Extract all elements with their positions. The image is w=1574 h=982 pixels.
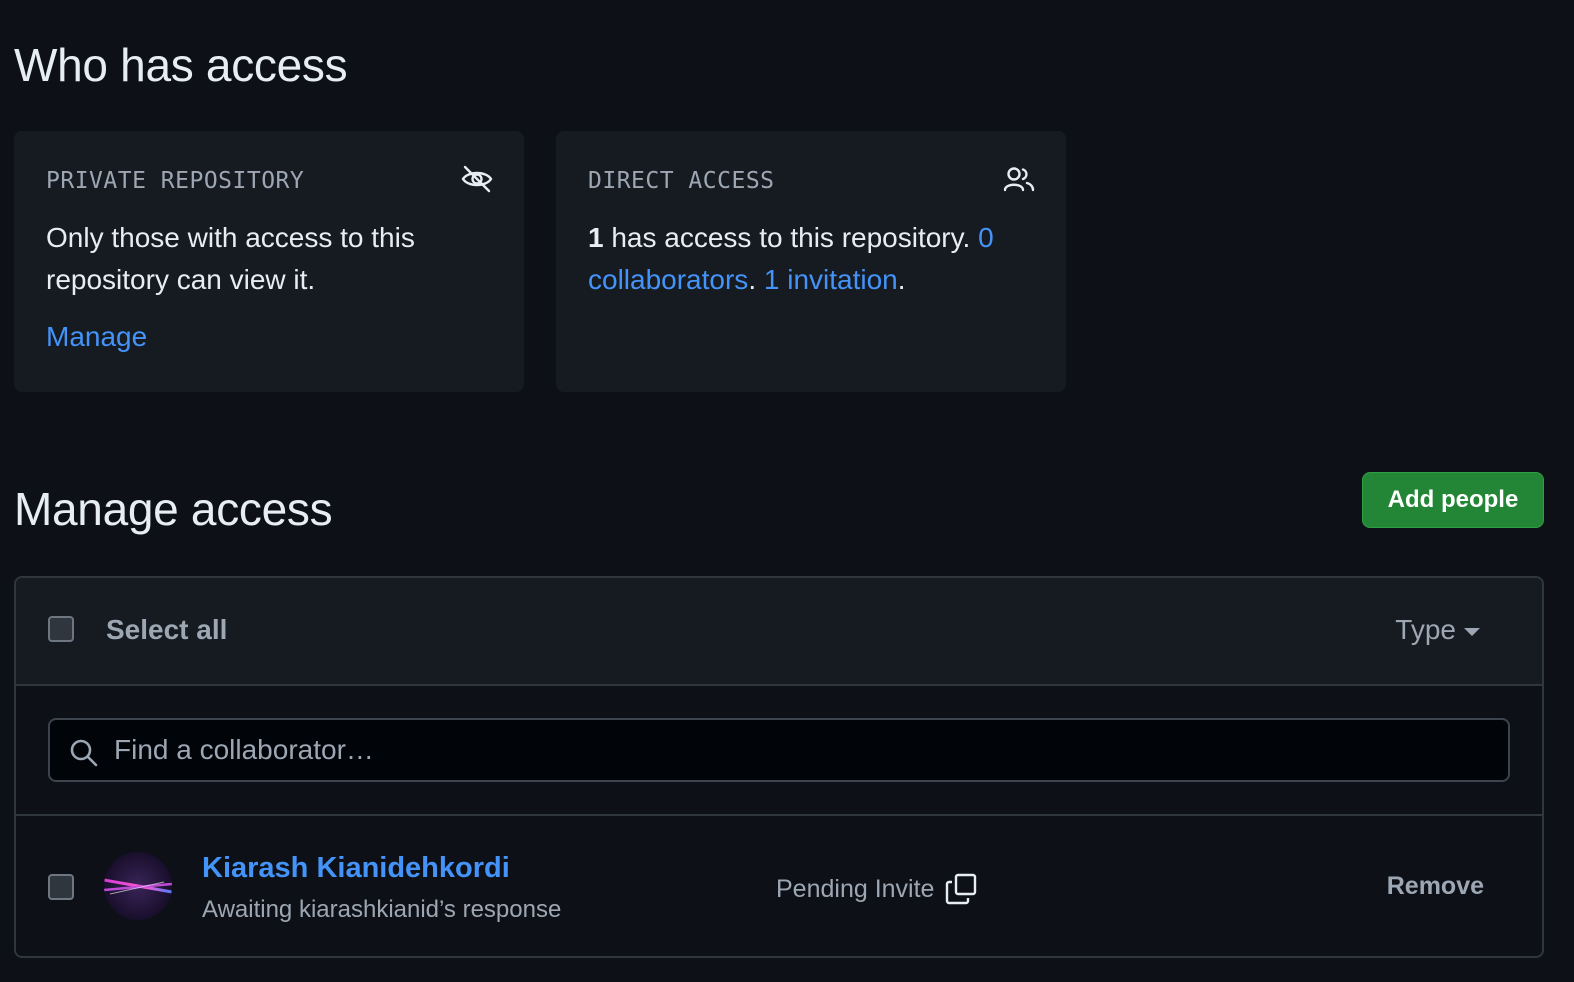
select-all-label: Select all bbox=[106, 614, 228, 645]
access-body-text: has access to this repository. bbox=[603, 222, 979, 253]
pending-invite-status: Pending Invite bbox=[776, 872, 978, 906]
collaborators-box-header: Select all Type bbox=[16, 578, 1542, 686]
direct-access-caption: DIRECT ACCESS bbox=[588, 168, 775, 194]
access-count: 1 bbox=[588, 222, 604, 253]
collaborator-row: Kiarash Kianidehkordi Awaiting kiarashki… bbox=[16, 816, 1542, 956]
type-filter-dropdown[interactable]: Type bbox=[1395, 614, 1480, 646]
pending-invite-label: Pending Invite bbox=[776, 874, 935, 903]
manage-link[interactable]: Manage bbox=[46, 321, 147, 353]
direct-access-card: DIRECT ACCESS 1 has access to this repos… bbox=[556, 131, 1066, 392]
private-repository-description: Only those with access to this repositor… bbox=[46, 222, 415, 295]
invitations-link[interactable]: 1 invitation bbox=[764, 264, 898, 295]
chevron-down-icon bbox=[1464, 628, 1480, 636]
page: Who has access PRIVATE REPOSITORY Only t… bbox=[0, 0, 1574, 982]
collaborator-status-subtitle: Awaiting kiarashkianid’s response bbox=[202, 896, 562, 923]
row-checkbox[interactable] bbox=[48, 874, 74, 900]
manage-access-heading: Manage access bbox=[14, 483, 333, 535]
avatar-image bbox=[104, 852, 172, 920]
collaborator-name-link[interactable]: Kiarash Kianidehkordi bbox=[202, 852, 510, 885]
search-icon bbox=[70, 739, 98, 767]
collaborator-search bbox=[48, 718, 1510, 782]
people-icon bbox=[1003, 167, 1035, 192]
type-filter-label: Type bbox=[1395, 614, 1456, 645]
search-row bbox=[16, 686, 1542, 816]
access-separator: . bbox=[748, 264, 764, 295]
copy-icon[interactable] bbox=[944, 872, 978, 906]
private-repository-card: PRIVATE REPOSITORY Only those with acces… bbox=[14, 131, 524, 392]
avatar[interactable] bbox=[104, 852, 172, 920]
add-people-button[interactable]: Add people bbox=[1362, 472, 1544, 528]
find-collaborator-input[interactable] bbox=[114, 720, 1494, 780]
private-repository-caption: PRIVATE REPOSITORY bbox=[46, 168, 305, 194]
eye-closed-icon bbox=[461, 165, 493, 193]
direct-access-description: 1 has access to this repository. 0 colla… bbox=[588, 217, 1038, 301]
remove-button[interactable]: Remove bbox=[1387, 872, 1484, 901]
who-has-access-heading: Who has access bbox=[14, 39, 348, 91]
access-end: . bbox=[897, 264, 906, 295]
select-all-checkbox[interactable] bbox=[48, 616, 74, 642]
collaborators-box: Select all Type Find a collaborator… Kia… bbox=[14, 576, 1544, 958]
